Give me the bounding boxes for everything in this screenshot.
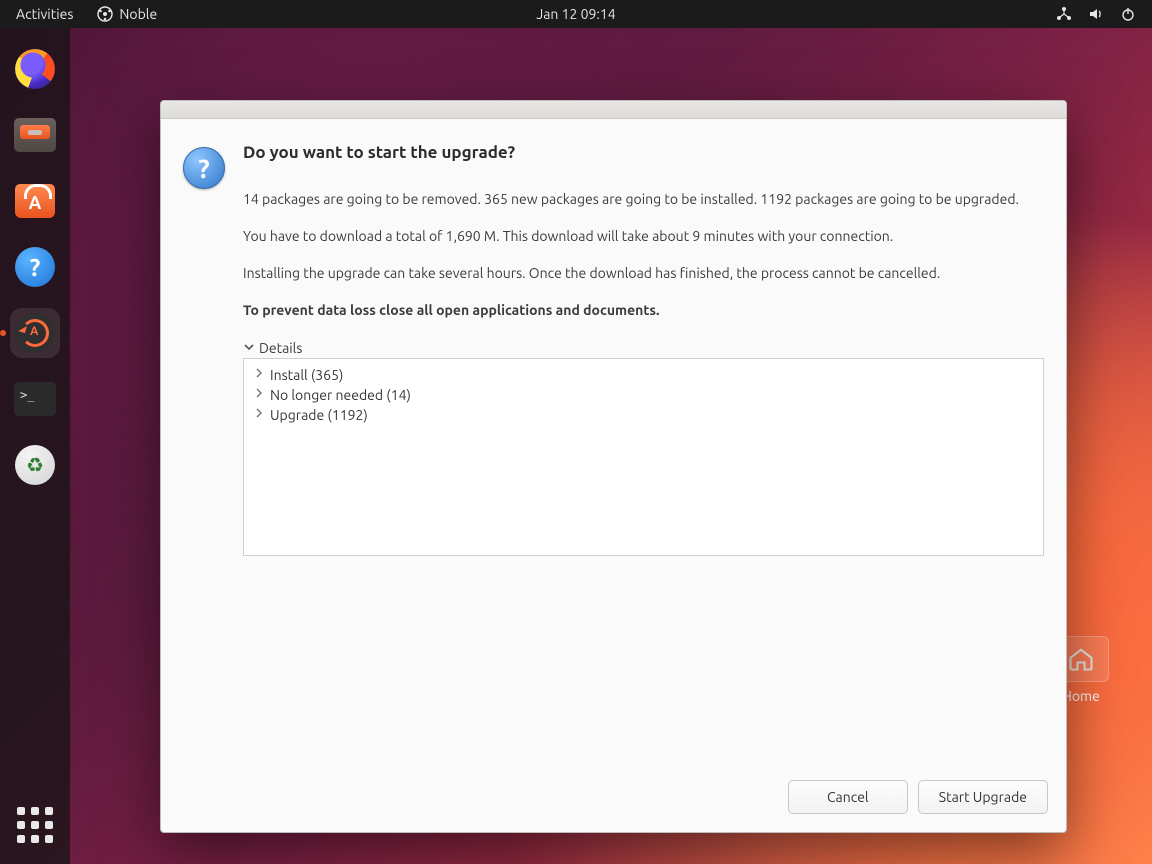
question-icon: ? bbox=[183, 147, 225, 189]
clock-label: Jan 12 09:14 bbox=[536, 6, 615, 22]
details-label: Details bbox=[259, 340, 302, 356]
firefox-icon bbox=[15, 49, 55, 89]
chevron-right-icon bbox=[254, 388, 264, 401]
chevron-down-icon bbox=[243, 340, 255, 356]
details-tree: Install (365) No longer needed (14) Upgr… bbox=[243, 358, 1044, 556]
help-icon: ? bbox=[15, 247, 55, 287]
dialog-warning: To prevent data loss close all open appl… bbox=[243, 301, 1044, 320]
show-applications[interactable] bbox=[10, 800, 60, 850]
network-icon[interactable] bbox=[1056, 6, 1072, 22]
activities-button[interactable]: Activities bbox=[16, 6, 73, 22]
app-icon bbox=[97, 6, 113, 22]
clock[interactable]: Jan 12 09:14 bbox=[536, 6, 615, 22]
dialog-title: Do you want to start the upgrade? bbox=[243, 143, 1044, 162]
cancel-button[interactable]: Cancel bbox=[788, 780, 908, 814]
power-icon[interactable] bbox=[1120, 6, 1136, 22]
upgrade-dialog: ? Do you want to start the upgrade? 14 p… bbox=[160, 100, 1067, 833]
app-menu[interactable]: Noble bbox=[97, 6, 157, 22]
chevron-right-icon bbox=[254, 368, 264, 381]
tree-install-label: Install (365) bbox=[270, 367, 343, 383]
dock: ? >_ ♻ bbox=[0, 28, 70, 864]
dock-files[interactable] bbox=[10, 110, 60, 160]
terminal-icon: >_ bbox=[14, 382, 56, 416]
dialog-titlebar[interactable] bbox=[161, 101, 1066, 119]
dialog-install-info: Installing the upgrade can take several … bbox=[243, 264, 1044, 283]
details-expander[interactable]: Details bbox=[243, 340, 1044, 356]
dialog-footer: Cancel Start Upgrade bbox=[161, 766, 1066, 832]
cancel-button-label: Cancel bbox=[827, 789, 869, 805]
start-upgrade-button-label: Start Upgrade bbox=[939, 789, 1027, 805]
tree-upgrade[interactable]: Upgrade (1192) bbox=[248, 405, 1039, 425]
dock-software[interactable] bbox=[10, 176, 60, 226]
updater-icon bbox=[15, 313, 55, 353]
tree-no-longer-needed[interactable]: No longer needed (14) bbox=[248, 385, 1039, 405]
files-icon bbox=[14, 118, 56, 152]
activities-label: Activities bbox=[16, 6, 73, 22]
dock-terminal[interactable]: >_ bbox=[10, 374, 60, 424]
dialog-packages-summary: 14 packages are going to be removed. 365… bbox=[243, 190, 1044, 209]
trash-icon: ♻ bbox=[15, 445, 55, 485]
start-upgrade-button[interactable]: Start Upgrade bbox=[918, 780, 1048, 814]
top-panel: Activities Noble Jan 12 09:14 bbox=[0, 0, 1152, 28]
app-menu-label: Noble bbox=[119, 6, 157, 22]
tree-no-longer-label: No longer needed (14) bbox=[270, 387, 411, 403]
tree-install[interactable]: Install (365) bbox=[248, 365, 1039, 385]
tree-upgrade-label: Upgrade (1192) bbox=[270, 407, 368, 423]
software-icon bbox=[15, 184, 55, 218]
dock-updater[interactable] bbox=[10, 308, 60, 358]
volume-icon[interactable] bbox=[1088, 6, 1104, 22]
dock-help[interactable]: ? bbox=[10, 242, 60, 292]
dock-firefox[interactable] bbox=[10, 44, 60, 94]
dock-trash[interactable]: ♻ bbox=[10, 440, 60, 490]
chevron-right-icon bbox=[254, 408, 264, 421]
dialog-download-info: You have to download a total of 1,690 M.… bbox=[243, 227, 1044, 246]
